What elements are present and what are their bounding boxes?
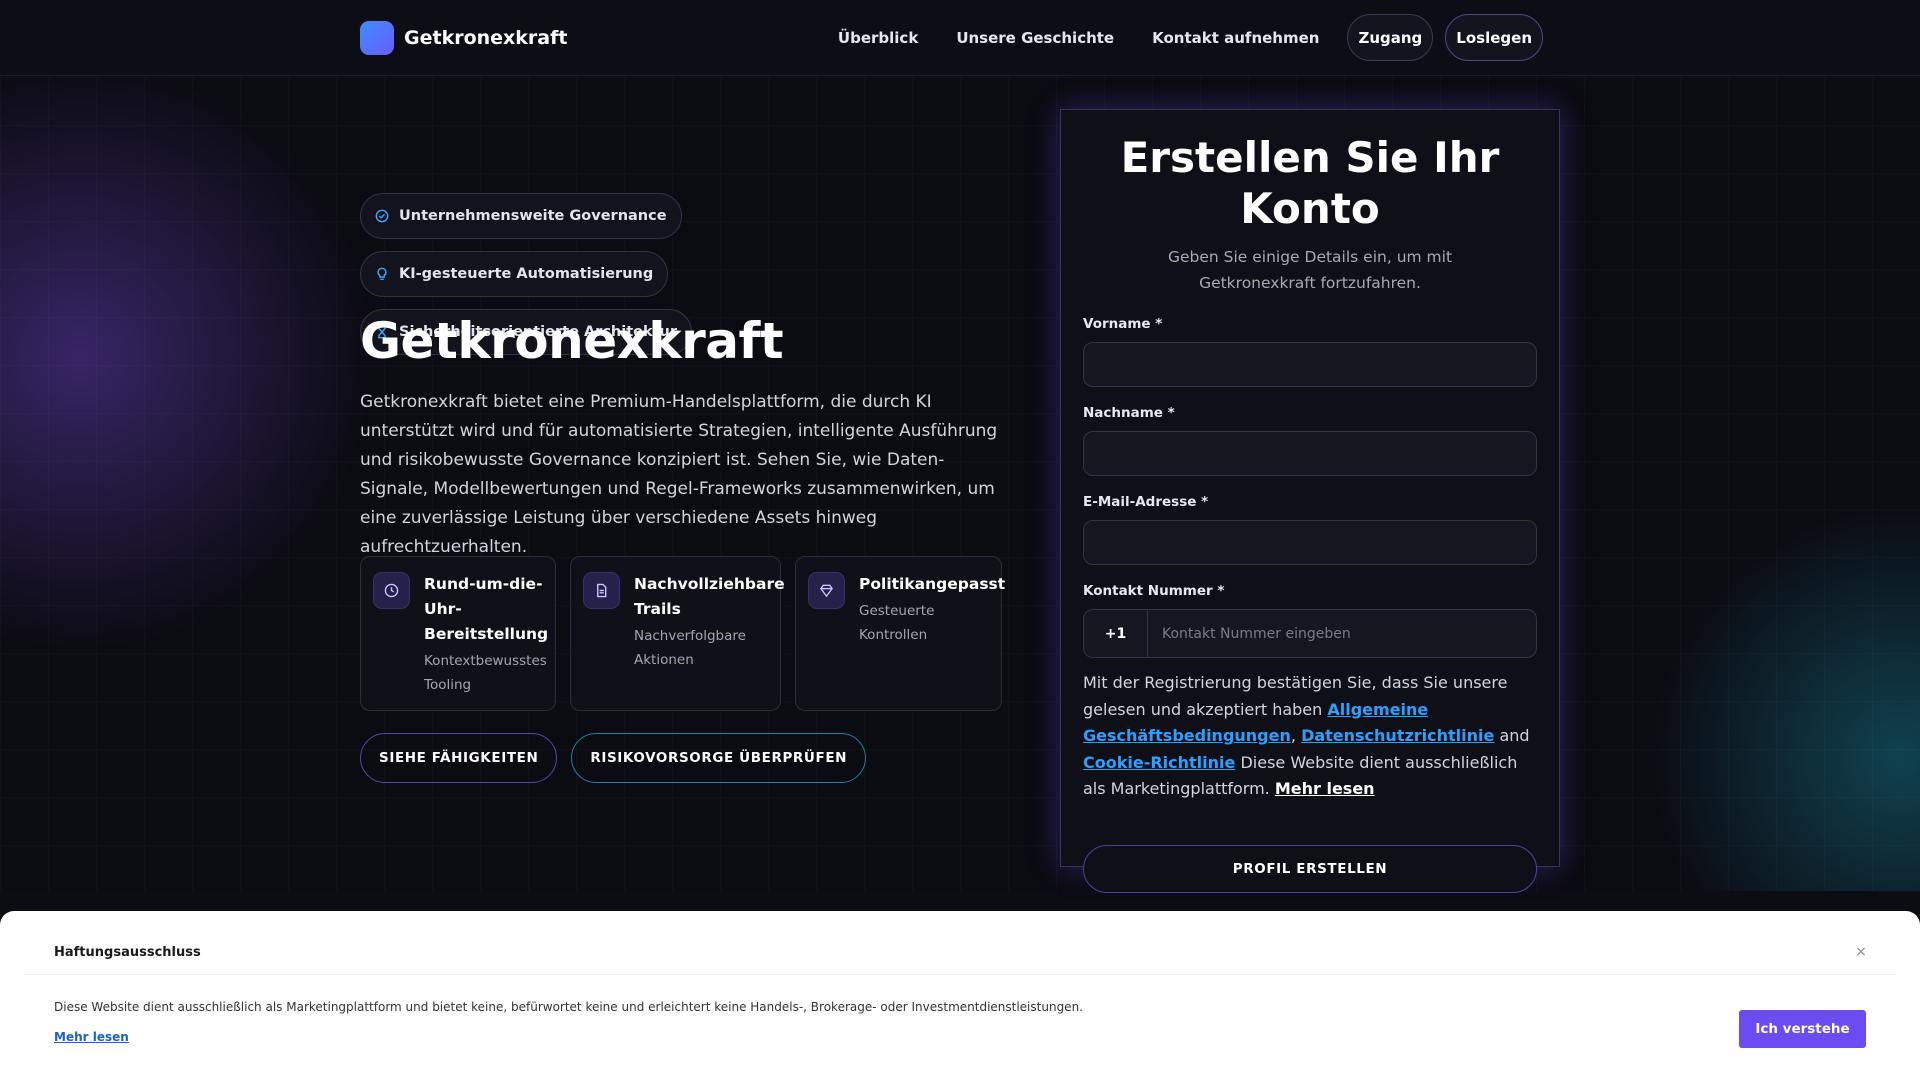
diamond-icon <box>808 572 845 609</box>
document-icon <box>583 572 620 609</box>
feature-subtitle: Nachverfolgbare Aktionen <box>634 628 746 668</box>
badge-governance: Unternehmensweite Governance <box>360 193 682 239</box>
disclaimer-title: Haftungsausschluss <box>54 945 201 960</box>
badge-automation: KI-gesteuerte Automatisierung <box>360 251 669 297</box>
clock-icon <box>373 572 410 609</box>
consent-text: Mit der Registrierung bestätigen Sie, da… <box>1083 670 1537 803</box>
nav-link-contact[interactable]: Kontakt aufnehmen <box>1152 29 1319 47</box>
last-name-label: Nachname * <box>1083 405 1175 421</box>
feature-card-trails: Nachvollziehbare Trails Nachverfolgbare … <box>570 556 785 711</box>
brand-name: Getkronexkraft <box>404 27 568 49</box>
hero-actions: SIEHE FÄHIGKEITEN RISIKOVORSORGE ÜBERPRÜ… <box>360 733 880 783</box>
form-title: Erstellen Sie Ihr Konto <box>1120 133 1500 233</box>
login-button[interactable]: Zugang <box>1347 14 1434 61</box>
read-more-link[interactable]: Mehr lesen <box>1275 779 1375 798</box>
consent-prefix: Mit der Registrierung bestätigen Sie, da… <box>1083 673 1508 719</box>
email-label: E-Mail-Adresse * <box>1083 494 1209 510</box>
brand-logo[interactable]: Getkronexkraft <box>360 21 567 55</box>
email-field[interactable] <box>1083 520 1537 565</box>
first-name-field[interactable] <box>1083 342 1537 387</box>
last-name-field[interactable] <box>1083 431 1537 476</box>
acknowledge-button[interactable]: Ich verstehe <box>1739 1010 1866 1048</box>
badge-label: KI-gesteuerte Automatisierung <box>399 266 654 282</box>
cookie-link[interactable]: Cookie-Richtlinie <box>1083 753 1235 772</box>
country-code-select[interactable]: +1 <box>1084 610 1148 657</box>
site-header: Getkronexkraft Überblick Unsere Geschich… <box>0 0 1920 76</box>
main-nav: Überblick Unsere Geschichte Kontakt aufn… <box>838 14 1543 61</box>
disclaimer-banner: Haftungsausschluss × Diese Website dient… <box>0 911 1920 1080</box>
phone-field-group: +1 <box>1083 609 1537 658</box>
phone-field[interactable] <box>1148 610 1536 657</box>
feature-title: Rund-um-die-Uhr-Bereitstellung <box>424 575 549 643</box>
get-started-button[interactable]: Loslegen <box>1445 14 1543 61</box>
feature-cards: Rund-um-die-Uhr-Bereitstellung Kontextbe… <box>360 556 1006 711</box>
disclaimer-text: Diese Website dient ausschließlich als M… <box>54 1000 1083 1014</box>
hero-title: Getkronexkraft <box>360 312 784 370</box>
feature-subtitle: Gesteuerte Kontrollen <box>859 603 935 643</box>
form-subtitle: Geben Sie einige Details ein, um mit Get… <box>1167 248 1453 292</box>
feature-card-availability: Rund-um-die-Uhr-Bereitstellung Kontextbe… <box>360 556 556 711</box>
feature-subtitle: Kontextbewusstes Tooling <box>424 653 547 693</box>
feature-title: Politikangepasst <box>859 575 1006 593</box>
logo-icon <box>360 21 394 55</box>
nav-link-story[interactable]: Unsere Geschichte <box>956 29 1114 47</box>
check-risk-button[interactable]: RISIKOVORSORGE ÜBERPRÜFEN <box>571 733 867 783</box>
feature-title: Nachvollziehbare Trails <box>634 575 785 618</box>
hero-description: Getkronexkraft bietet eine Premium-Hande… <box>360 392 998 557</box>
nav-link-overview[interactable]: Überblick <box>838 29 918 47</box>
see-capabilities-button[interactable]: SIEHE FÄHIGKEITEN <box>360 733 558 783</box>
consent-comma: , <box>1290 726 1296 745</box>
divider <box>24 974 1896 975</box>
badge-label: Unternehmensweite Governance <box>399 208 667 224</box>
create-profile-button[interactable]: PROFIL ERSTELLEN <box>1083 844 1537 893</box>
close-icon[interactable]: × <box>1852 943 1870 961</box>
first-name-label: Vorname * <box>1083 316 1163 332</box>
feature-card-policy: Politikangepasst Gesteuerte Kontrollen <box>795 556 1006 711</box>
signup-form: Erstellen Sie Ihr Konto Geben Sie einige… <box>1060 109 1560 893</box>
privacy-link[interactable]: Datenschutzrichtlinie <box>1301 726 1494 745</box>
lightbulb-icon <box>375 267 389 281</box>
check-circle-icon <box>375 209 389 223</box>
disclaimer-read-more-link[interactable]: Mehr lesen <box>54 1030 129 1044</box>
phone-label: Kontakt Nummer * <box>1083 583 1225 599</box>
consent-and: and <box>1494 726 1530 745</box>
